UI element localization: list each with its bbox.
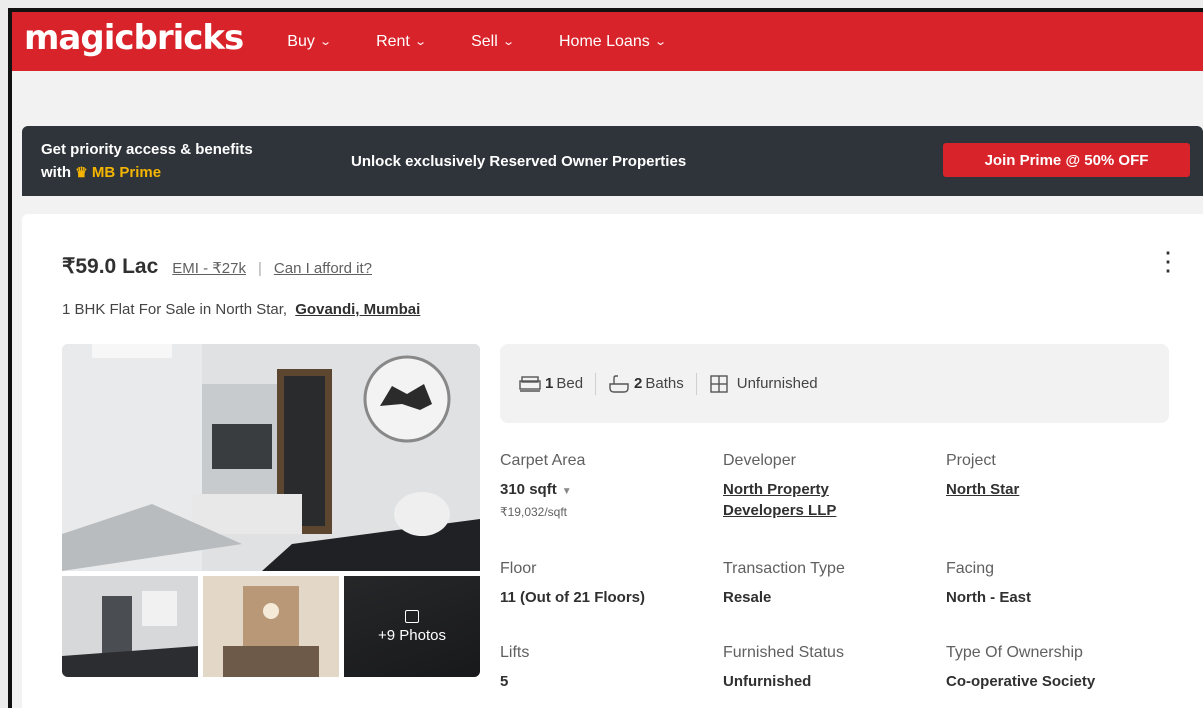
nav-rent[interactable]: Rent ⌄ bbox=[376, 32, 427, 51]
furnishing-label: Unfurnished bbox=[736, 375, 818, 392]
nav-home-loans[interactable]: Home Loans ⌄ bbox=[559, 32, 667, 51]
price-separator: | bbox=[258, 260, 262, 277]
facing-label: Facing bbox=[946, 560, 995, 577]
carpet-area-label: Carpet Area bbox=[500, 452, 586, 469]
chevron-down-icon: ⌄ bbox=[501, 36, 515, 48]
prime-banner: Get priority access & benefits with ♛ MB… bbox=[22, 126, 1203, 196]
more-photos-overlay[interactable]: +9 Photos bbox=[344, 576, 480, 677]
living-room-image bbox=[62, 344, 480, 571]
main-photo[interactable] bbox=[62, 344, 480, 571]
chevron-down-icon: ⌄ bbox=[319, 36, 332, 48]
listing-title-text: 1 BHK Flat For Sale in North Star, bbox=[62, 301, 288, 318]
carpet-area-text: 310 sqft bbox=[500, 481, 557, 498]
gallery-icon bbox=[405, 609, 419, 623]
listing-title: 1 BHK Flat For Sale in North Star, Govan… bbox=[62, 301, 420, 318]
transaction-value: Resale bbox=[723, 589, 772, 606]
baths-count: 2 bbox=[634, 375, 643, 392]
chevron-down-icon: ⌄ bbox=[653, 36, 667, 48]
floor-label: Floor bbox=[500, 560, 537, 577]
chevron-down-icon: ⌄ bbox=[414, 36, 427, 48]
beds-chip: 1 Bed bbox=[519, 375, 583, 393]
emi-link[interactable]: EMI - ₹27k bbox=[172, 259, 246, 277]
more-options-icon[interactable]: ⋮ bbox=[1155, 248, 1181, 274]
nav-sell[interactable]: Sell ⌄ bbox=[471, 32, 515, 51]
property-card[interactable]: ₹59.0 Lac EMI - ₹27k | Can I afford it? … bbox=[22, 214, 1203, 708]
photo-thumbnail-2[interactable] bbox=[203, 576, 339, 677]
developer-link[interactable]: North Property Developers LLP bbox=[723, 479, 836, 521]
detail-developer: Developer North Property Developers LLP bbox=[723, 452, 836, 521]
detail-carpet-area: Carpet Area 310 sqft ▼ ₹19,032/sqft bbox=[500, 452, 585, 519]
baths-chip: 2 Baths bbox=[608, 374, 684, 394]
detail-transaction: Transaction Type Resale bbox=[723, 560, 845, 608]
nav-rent-label: Rent bbox=[376, 32, 410, 50]
detail-ownership: Type Of Ownership Co-operative Society bbox=[946, 644, 1095, 692]
divider bbox=[695, 372, 697, 395]
crown-icon: ♛ bbox=[75, 163, 88, 180]
furnished-label: Furnished Status bbox=[723, 644, 844, 661]
lifts-value: 5 bbox=[500, 673, 509, 690]
price-per-sqft: ₹19,032/sqft bbox=[500, 505, 568, 519]
beds-count: 1 bbox=[545, 375, 554, 392]
carpet-area-value[interactable]: 310 sqft ▼ bbox=[500, 479, 585, 502]
developer-line-1: North Property bbox=[723, 481, 829, 498]
photo-thumbnail-3[interactable]: +9 Photos bbox=[344, 576, 480, 677]
detail-facing: Facing North - East bbox=[946, 560, 1031, 608]
detail-furnished: Furnished Status Unfurnished bbox=[723, 644, 844, 692]
furnished-value: Unfurnished bbox=[723, 673, 812, 690]
price: ₹59.0 Lac bbox=[62, 255, 159, 278]
transaction-label: Transaction Type bbox=[723, 560, 845, 577]
baths-label: Baths bbox=[645, 375, 684, 392]
locality-link[interactable]: Govandi, Mumbai bbox=[295, 301, 420, 318]
prime-with-text: with bbox=[41, 163, 71, 181]
prime-line-1: Get priority access & benefits bbox=[41, 140, 253, 158]
page: magicbricks Buy ⌄ Rent ⌄ Sell ⌄ Home Loa… bbox=[12, 12, 1203, 708]
detail-floor: Floor 11 (Out of 21 Floors) bbox=[500, 560, 645, 608]
project-link[interactable]: North Star bbox=[946, 479, 1019, 500]
property-summary: 1 Bed 2 Baths Unfurnished bbox=[500, 344, 1169, 423]
nav-buy[interactable]: Buy ⌄ bbox=[287, 32, 332, 51]
top-navigation: magicbricks Buy ⌄ Rent ⌄ Sell ⌄ Home Loa… bbox=[12, 12, 1203, 71]
ownership-value: Co-operative Society bbox=[946, 673, 1096, 690]
thumbnail-image bbox=[203, 576, 339, 677]
ownership-label: Type Of Ownership bbox=[946, 644, 1083, 661]
nav-sell-label: Sell bbox=[471, 32, 498, 50]
project-label: Project bbox=[946, 452, 996, 469]
detail-project: Project North Star bbox=[946, 452, 1019, 500]
facing-value: North - East bbox=[946, 589, 1032, 606]
price-row: ₹59.0 Lac EMI - ₹27k | Can I afford it? bbox=[62, 254, 372, 279]
developer-line-2: Developers LLP bbox=[723, 502, 837, 519]
join-prime-button[interactable]: Join Prime @ 50% OFF bbox=[943, 143, 1190, 177]
developer-label: Developer bbox=[723, 452, 796, 469]
floor-value: 11 (Out of 21 Floors) bbox=[500, 589, 646, 606]
nav-buy-label: Buy bbox=[287, 32, 315, 50]
photo-thumbnail-1[interactable] bbox=[62, 576, 198, 677]
lifts-label: Lifts bbox=[500, 644, 530, 661]
detail-lifts: Lifts 5 bbox=[500, 644, 529, 692]
prime-pitch: Get priority access & benefits with ♛ MB… bbox=[41, 139, 331, 184]
thumbnail-image bbox=[62, 576, 198, 677]
furnishing-chip: Unfurnished bbox=[709, 374, 818, 394]
beds-label: Bed bbox=[556, 375, 584, 392]
bed-icon bbox=[519, 375, 541, 392]
more-photos-label: +9 Photos bbox=[378, 626, 446, 644]
furnishing-icon bbox=[710, 374, 728, 393]
caret-down-icon[interactable]: ▼ bbox=[562, 486, 572, 497]
afford-link[interactable]: Can I afford it? bbox=[274, 260, 372, 277]
divider bbox=[595, 372, 597, 395]
bathtub-icon bbox=[609, 374, 629, 393]
prime-message: Unlock exclusively Reserved Owner Proper… bbox=[351, 152, 687, 170]
magicbricks-logo[interactable]: magicbricks bbox=[24, 18, 244, 58]
mb-prime-brand: MB Prime bbox=[91, 163, 162, 181]
nav-home-loans-label: Home Loans bbox=[559, 32, 650, 50]
prime-line-2: with ♛ MB Prime bbox=[41, 161, 331, 184]
